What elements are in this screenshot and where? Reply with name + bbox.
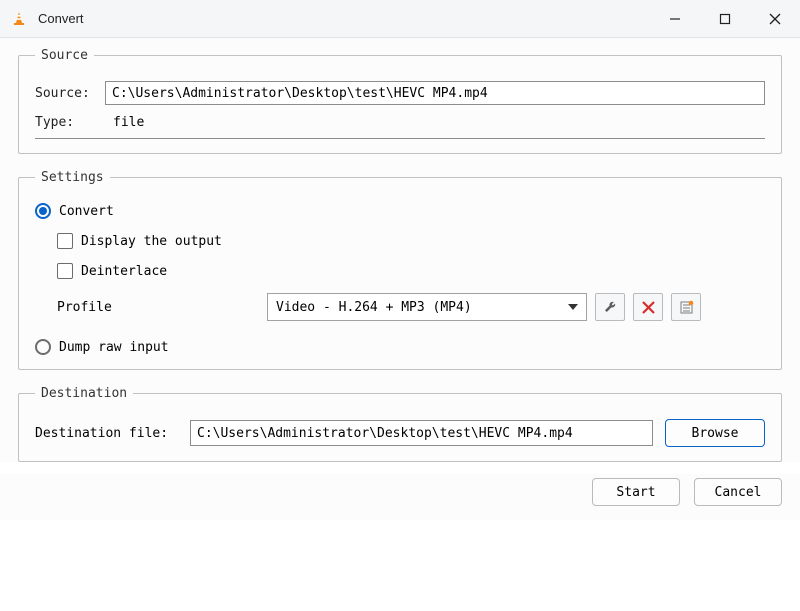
source-group: Source Source: Type: file [18, 48, 782, 154]
display-output-label: Display the output [81, 234, 222, 249]
start-button[interactable]: Start [592, 478, 680, 506]
radio-checked-icon [35, 203, 51, 219]
dump-radio[interactable]: Dump raw input [35, 339, 765, 355]
source-input[interactable] [105, 81, 765, 105]
x-icon [642, 301, 655, 314]
chevron-down-icon [568, 304, 578, 310]
delete-profile-button[interactable] [633, 293, 663, 321]
radio-unchecked-icon [35, 339, 51, 355]
maximize-button[interactable] [700, 0, 750, 37]
deinterlace-checkbox[interactable]: Deinterlace [57, 263, 765, 279]
window-controls [650, 0, 800, 37]
close-button[interactable] [750, 0, 800, 37]
profile-select[interactable]: Video - H.264 + MP3 (MP4) [267, 293, 587, 321]
new-document-icon [679, 300, 694, 315]
edit-profile-button[interactable] [595, 293, 625, 321]
profile-value: Video - H.264 + MP3 (MP4) [276, 300, 472, 315]
deinterlace-label: Deinterlace [81, 264, 167, 279]
type-label: Type: [35, 115, 105, 130]
destination-group: Destination Destination file: Browse [18, 386, 782, 462]
destination-label: Destination file: [35, 426, 190, 441]
convert-radio-label: Convert [59, 204, 114, 219]
profile-label: Profile [57, 300, 267, 315]
vlc-cone-icon [10, 10, 28, 28]
window-title: Convert [38, 11, 650, 26]
new-profile-button[interactable] [671, 293, 701, 321]
maximize-icon [719, 13, 731, 25]
close-icon [769, 13, 781, 25]
settings-legend: Settings [35, 170, 110, 185]
cancel-button[interactable]: Cancel [694, 478, 782, 506]
settings-group: Settings Convert Display the output Dein… [18, 170, 782, 370]
titlebar: Convert [0, 0, 800, 38]
wrench-icon [603, 300, 618, 315]
source-label: Source: [35, 86, 105, 101]
minimize-icon [669, 13, 681, 25]
type-value: file [113, 115, 144, 130]
source-legend: Source [35, 48, 94, 63]
minimize-button[interactable] [650, 0, 700, 37]
destination-input[interactable] [190, 420, 653, 446]
dialog-content: Source Source: Type: file Settings Conve… [0, 38, 800, 462]
dialog-footer: Start Cancel [0, 474, 800, 520]
convert-radio[interactable]: Convert [35, 203, 765, 219]
dump-radio-label: Dump raw input [59, 340, 169, 355]
display-output-checkbox[interactable]: Display the output [57, 233, 765, 249]
checkbox-unchecked-icon [57, 233, 73, 249]
browse-button[interactable]: Browse [665, 419, 765, 447]
checkbox-unchecked-icon [57, 263, 73, 279]
destination-legend: Destination [35, 386, 133, 401]
